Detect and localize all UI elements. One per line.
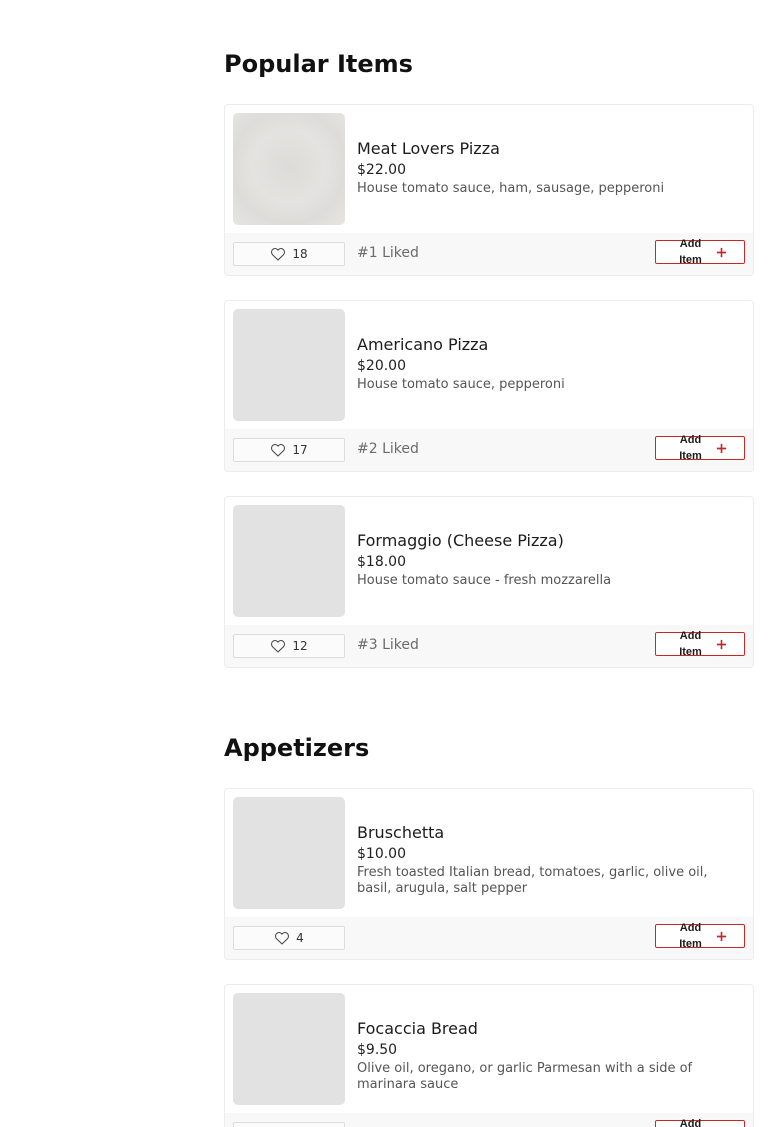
- add-item-label: Add Item: [679, 238, 702, 266]
- item-name[interactable]: Focaccia Bread: [357, 1019, 745, 1039]
- like-button[interactable]: 12: [233, 634, 345, 658]
- popular-items-section: Popular Items Meat Lovers Pizza $22.00 H…: [224, 49, 754, 668]
- add-item-button[interactable]: Add Item: [655, 1118, 745, 1127]
- item-image-placeholder[interactable]: [233, 797, 345, 909]
- plus-icon: [716, 931, 726, 941]
- add-item-label: Add Item: [679, 1118, 702, 1127]
- menu-item-card[interactable]: Formaggio (Cheese Pizza) $18.00 House to…: [224, 496, 754, 668]
- item-footer: Add Item: [225, 1113, 753, 1127]
- heart-icon: [271, 444, 286, 457]
- item-image[interactable]: [233, 113, 345, 225]
- item-description: House tomato sauce, pepperoni: [357, 377, 565, 392]
- plus-icon: [716, 639, 726, 649]
- item-price: $18.00: [357, 554, 406, 570]
- item-name[interactable]: Americano Pizza: [357, 335, 745, 355]
- item-description: House tomato sauce, ham, sausage, pepper…: [357, 181, 665, 196]
- item-price: $20.00: [357, 358, 406, 374]
- menu-page: Popular Items Meat Lovers Pizza $22.00 H…: [0, 0, 770, 1127]
- like-count: 12: [292, 639, 308, 653]
- appetizers-section: Appetizers Bruschetta $10.00 Fresh toast…: [224, 733, 754, 1127]
- menu-item-card[interactable]: Meat Lovers Pizza $22.00 House tomato sa…: [224, 104, 754, 276]
- like-button[interactable]: [233, 1122, 345, 1127]
- add-item-button[interactable]: Add Item: [655, 630, 745, 658]
- item-price: $10.00: [357, 846, 406, 862]
- liked-rank: #1 Liked: [357, 245, 419, 261]
- liked-rank: #2 Liked: [357, 441, 419, 457]
- plus-icon: [716, 247, 726, 257]
- like-count: 17: [292, 443, 308, 457]
- add-item-label: Add Item: [679, 922, 702, 950]
- add-item-label: Add Item: [679, 630, 702, 658]
- item-info: Americano Pizza $20.00 House tomato sauc…: [357, 335, 745, 393]
- item-description: Olive oil, oregano, or garlic Parmesan w…: [357, 1061, 693, 1092]
- item-description: House tomato sauce - fresh mozzarella: [357, 573, 612, 588]
- item-footer: 4 Add Item: [225, 917, 753, 959]
- item-price: $22.00: [357, 162, 406, 178]
- heart-icon: [271, 248, 286, 261]
- item-name[interactable]: Formaggio (Cheese Pizza): [357, 531, 745, 551]
- item-name[interactable]: Bruschetta: [357, 823, 745, 843]
- item-description: Fresh toasted Italian bread, tomatoes, g…: [357, 865, 708, 896]
- like-count: 18: [292, 247, 308, 261]
- menu-item-card[interactable]: Focaccia Bread $9.50 Olive oil, oregano,…: [224, 984, 754, 1127]
- menu-item-card[interactable]: Bruschetta $10.00 Fresh toasted Italian …: [224, 788, 754, 960]
- like-button[interactable]: 17: [233, 438, 345, 462]
- item-image-placeholder[interactable]: [233, 309, 345, 421]
- plus-icon: [716, 443, 726, 453]
- item-image-placeholder[interactable]: [233, 505, 345, 617]
- like-button[interactable]: 4: [233, 926, 345, 950]
- item-footer: 17 #2 Liked Add Item: [225, 429, 753, 471]
- item-footer: 18 #1 Liked Add Item: [225, 233, 753, 275]
- like-count: 4: [296, 931, 304, 945]
- add-item-button[interactable]: Add Item: [655, 434, 745, 462]
- item-info: Bruschetta $10.00 Fresh toasted Italian …: [357, 823, 745, 897]
- like-button[interactable]: 18: [233, 242, 345, 266]
- item-info: Focaccia Bread $9.50 Olive oil, oregano,…: [357, 1019, 745, 1093]
- heart-icon: [271, 640, 286, 653]
- item-price: $9.50: [357, 1042, 398, 1058]
- add-item-button[interactable]: Add Item: [655, 922, 745, 950]
- liked-rank: #3 Liked: [357, 637, 419, 653]
- menu-item-card[interactable]: Americano Pizza $20.00 House tomato sauc…: [224, 300, 754, 472]
- item-footer: 12 #3 Liked Add Item: [225, 625, 753, 667]
- section-title: Popular Items: [224, 50, 413, 78]
- add-item-button[interactable]: Add Item: [655, 238, 745, 266]
- section-title: Appetizers: [224, 734, 370, 762]
- heart-icon: [275, 932, 290, 945]
- item-info: Meat Lovers Pizza $22.00 House tomato sa…: [357, 139, 745, 197]
- item-image-placeholder[interactable]: [233, 993, 345, 1105]
- item-info: Formaggio (Cheese Pizza) $18.00 House to…: [357, 531, 745, 589]
- add-item-label: Add Item: [679, 434, 702, 462]
- item-name[interactable]: Meat Lovers Pizza: [357, 139, 745, 159]
